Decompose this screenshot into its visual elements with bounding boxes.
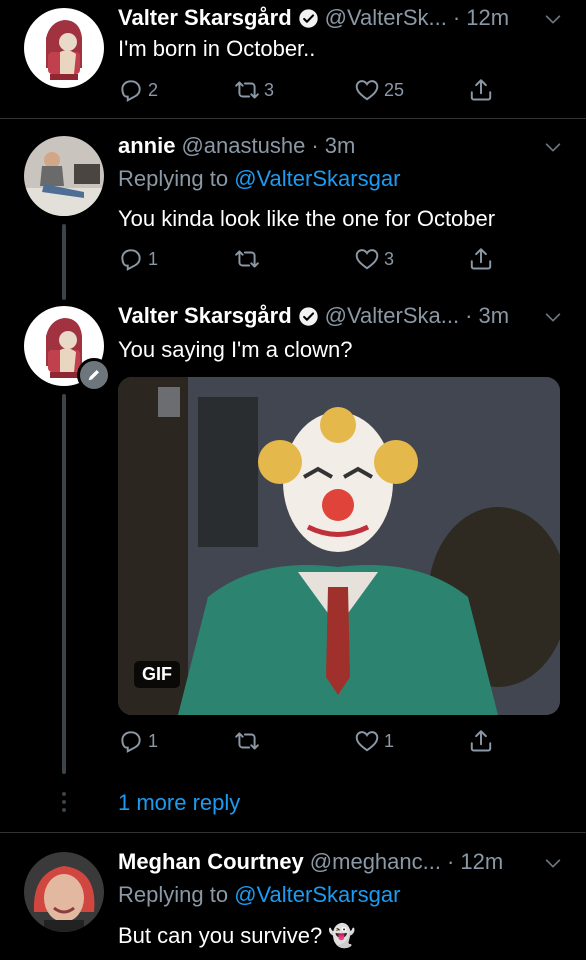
timestamp[interactable]: · 3m (465, 303, 509, 329)
author-handle[interactable]: @meghanc... (310, 849, 441, 875)
divider (0, 832, 586, 833)
author-name[interactable]: Valter Skarsgård (118, 5, 292, 31)
tweet-text-content: But can you survive? (118, 923, 323, 948)
replying-to-link[interactable]: @ValterSkarsgar (234, 166, 400, 191)
more-replies-link[interactable]: 1 more reply (118, 790, 240, 816)
like-count: 3 (384, 248, 395, 269)
reply-count: 1 (148, 248, 159, 269)
like-button[interactable]: 1 (354, 728, 394, 754)
tweet-text: You saying I'm a clown? (118, 337, 353, 362)
share-button[interactable] (468, 246, 494, 272)
timestamp[interactable]: · 12m (447, 849, 503, 875)
edit-pencil-icon[interactable] (77, 358, 111, 392)
author-handle[interactable]: @ValterSka... (325, 303, 459, 329)
chevron-down-icon[interactable] (542, 852, 564, 874)
avatar-illustration (24, 8, 104, 88)
tweet-header: Valter Skarsgård @ValterSk... · 12m (118, 3, 509, 33)
avatar-photo (24, 852, 104, 932)
tweet-text: But can you survive? 👻 (118, 923, 356, 949)
reply-button[interactable]: 1 (118, 246, 158, 272)
author-handle[interactable]: @ValterSk... (325, 5, 447, 31)
like-icon (354, 246, 380, 272)
reply-button[interactable]: 2 (118, 77, 158, 103)
thread-line (62, 224, 66, 300)
more-dots-icon (60, 790, 68, 814)
gif-badge: GIF (134, 661, 180, 688)
tweet-header: Meghan Courtney @meghanc... · 12m (118, 847, 503, 877)
thread-line (62, 394, 66, 774)
chevron-down-icon[interactable] (542, 8, 564, 30)
like-icon (354, 728, 380, 754)
avatar[interactable] (24, 8, 104, 88)
retweet-button[interactable] (234, 246, 264, 272)
pencil-glyph (88, 370, 99, 381)
author-name[interactable]: annie (118, 133, 175, 159)
replying-prefix: Replying to (118, 882, 235, 907)
share-icon (468, 728, 494, 754)
retweet-icon (234, 246, 260, 272)
replying-to: Replying to @ValterSkarsgar (118, 882, 400, 908)
timestamp[interactable]: · 3m (311, 133, 355, 159)
tweet-text: I'm born in October.. (118, 36, 316, 61)
like-icon (354, 77, 380, 103)
retweet-icon (234, 77, 260, 103)
share-button[interactable] (468, 77, 494, 103)
replying-prefix: Replying to (118, 166, 235, 191)
retweet-icon (234, 728, 260, 754)
timestamp[interactable]: · 12m (453, 5, 509, 31)
author-name[interactable]: Meghan Courtney (118, 849, 304, 875)
tweet-actions: 2 3 25 (118, 77, 498, 107)
avatar-photo (24, 136, 104, 216)
tweet-header: annie @anastushe · 3m (118, 131, 355, 161)
share-icon (468, 77, 494, 103)
chevron-down-icon[interactable] (542, 306, 564, 328)
divider (0, 118, 586, 119)
reply-count: 1 (148, 730, 159, 751)
retweet-button[interactable]: 3 (234, 77, 274, 103)
tweet-actions: 1 1 (118, 728, 498, 758)
author-name[interactable]: Valter Skarsgård (118, 303, 292, 329)
like-count: 25 (384, 79, 405, 100)
tweet-actions: 1 3 (118, 246, 498, 276)
verified-badge-icon (298, 8, 319, 29)
tweet-text: You kinda look like the one for October (118, 206, 496, 231)
avatar[interactable] (24, 852, 104, 932)
share-button[interactable] (468, 728, 494, 754)
tweet-header: Valter Skarsgård @ValterSka... · 3m (118, 301, 509, 331)
reply-button[interactable]: 1 (118, 728, 158, 754)
reply-icon (118, 77, 144, 103)
verified-badge-icon (298, 306, 319, 327)
reply-icon (118, 246, 144, 272)
ghost-emoji: 👻 (328, 923, 356, 948)
reply-icon (118, 728, 144, 754)
like-button[interactable]: 3 (354, 246, 394, 272)
reply-count: 2 (148, 79, 159, 100)
retweet-button[interactable] (234, 728, 264, 754)
gif-media[interactable]: GIF (118, 377, 560, 715)
chevron-down-icon[interactable] (542, 136, 564, 158)
gif-image (118, 377, 560, 715)
replying-to: Replying to @ValterSkarsgar (118, 166, 400, 192)
retweet-count: 3 (264, 79, 275, 100)
avatar[interactable] (24, 136, 104, 216)
author-handle[interactable]: @anastushe (181, 133, 305, 159)
share-icon (468, 246, 494, 272)
replying-to-link[interactable]: @ValterSkarsgar (234, 882, 400, 907)
like-button[interactable]: 25 (354, 77, 404, 103)
like-count: 1 (384, 730, 395, 751)
